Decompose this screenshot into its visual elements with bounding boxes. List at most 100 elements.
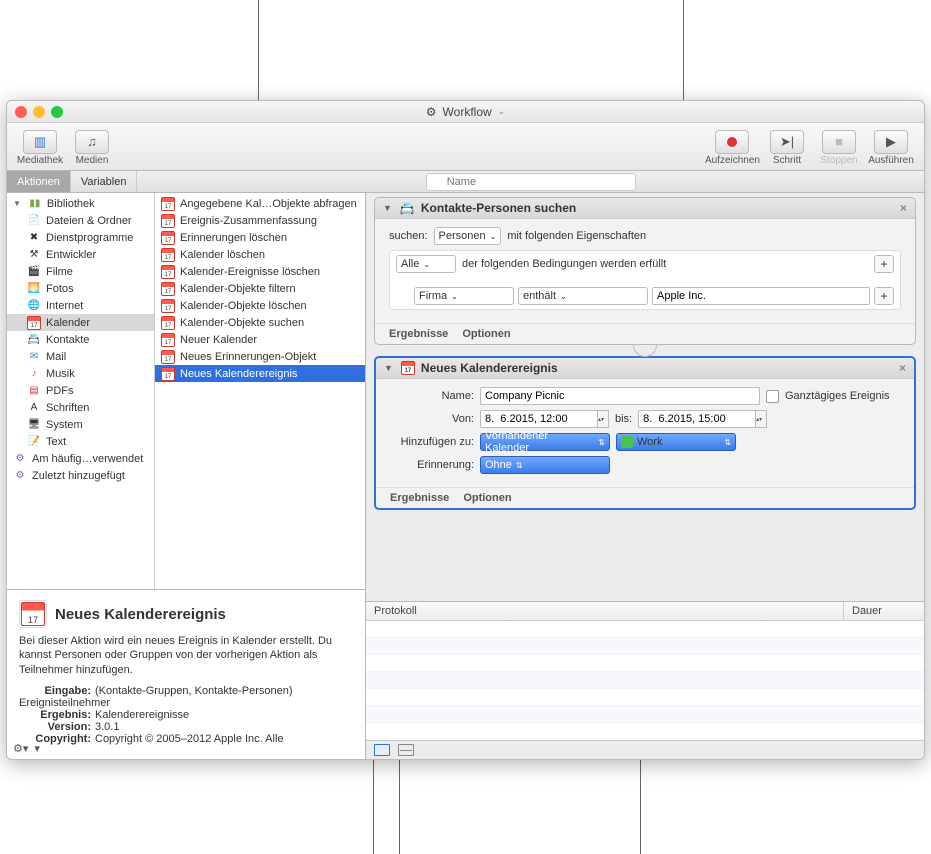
library-tabs: Aktionen Variablen [7, 171, 924, 193]
list-item[interactable]: 17Angegebene Kal…Objekte abfragen [155, 195, 365, 212]
stepper-icon[interactable]: ▴▾ [597, 410, 609, 428]
medien-icon: ♫ [75, 130, 109, 154]
stepper-icon[interactable]: ▴▾ [755, 410, 767, 428]
cat-text[interactable]: 📝Text [7, 433, 154, 450]
add-condition-button[interactable]: + [874, 255, 894, 273]
col-protokoll[interactable]: Protokoll [366, 602, 844, 620]
cat-dienstprogramme[interactable]: ✖︎Dienstprogramme [7, 229, 154, 246]
automator-window: ⚙︎ Workflow ⌄ ▥ Mediathek ♫ Medien Aufze… [6, 100, 925, 760]
erinnerung-select[interactable]: Ohne⇅ [480, 456, 610, 474]
disclosure-icon[interactable]: ▼ [384, 363, 393, 373]
medien-button[interactable]: ♫ Medien [67, 130, 117, 166]
log-body [366, 621, 924, 740]
list-item[interactable]: 17Kalender-Ereignisse löschen [155, 263, 365, 280]
view-split-icon[interactable] [398, 744, 414, 756]
mediathek-button[interactable]: ▥ Mediathek [15, 130, 65, 166]
titlebar: ⚙︎ Workflow ⌄ [7, 101, 924, 123]
col-dauer[interactable]: Dauer [844, 602, 924, 620]
cat-system[interactable]: 🖥System [7, 416, 154, 433]
stoppen-button[interactable]: ■ Stoppen [814, 130, 864, 166]
cat-schriften[interactable]: ASchriften [7, 399, 154, 416]
von-date-input[interactable] [480, 410, 598, 428]
aufzeichnen-button[interactable]: Aufzeichnen [705, 130, 760, 166]
list-item[interactable]: 17Kalender-Objekte suchen [155, 314, 365, 331]
cat-filme[interactable]: 🎬Filme [7, 263, 154, 280]
gear-icon[interactable]: ⚙︎▾ [13, 742, 28, 755]
close-icon[interactable] [15, 106, 27, 118]
toolbar: ▥ Mediathek ♫ Medien Aufzeichnen ➤| Schr… [7, 123, 924, 171]
view-list-icon[interactable] [374, 744, 390, 756]
step-icon: ➤| [770, 130, 804, 154]
color-swatch-icon [621, 436, 633, 448]
calendar-icon: 17 [401, 361, 415, 375]
list-item[interactable]: 17Ereignis-Zusammenfassung [155, 212, 365, 229]
list-item[interactable]: 17Neues Erinnerungen-Objekt [155, 348, 365, 365]
minimize-icon[interactable] [33, 106, 45, 118]
bis-date-input[interactable] [638, 410, 756, 428]
close-icon[interactable]: × [899, 361, 906, 375]
card-title: Kontakte-Personen suchen [421, 201, 576, 215]
firma-select[interactable]: Firma⌄ [414, 287, 514, 305]
cat-entwickler[interactable]: ⚒Entwickler [7, 246, 154, 263]
workflow-pane: ▼ 📇 Kontakte-Personen suchen × suchen: P… [366, 193, 924, 759]
desc-text: Bei dieser Aktion wird ein neues Ereigni… [19, 634, 353, 677]
cat-kalender[interactable]: 17Kalender [7, 314, 154, 331]
window-title: Workflow [443, 105, 492, 119]
record-icon [727, 137, 737, 147]
list-item[interactable]: 17Kalender löschen [155, 246, 365, 263]
cat-kontakte[interactable]: 📇Kontakte [7, 331, 154, 348]
desc-title: Neues Kalenderereignis [55, 606, 226, 623]
disclosure-icon[interactable]: ▼ [383, 203, 392, 213]
list-item[interactable]: 17Neues Kalenderereignis [155, 365, 365, 382]
collapse-icon[interactable]: ▾ [34, 742, 40, 755]
alle-select[interactable]: Alle⌄ [396, 255, 456, 273]
tab-variablen[interactable]: Variablen [71, 171, 138, 192]
smart-am-haeufig[interactable]: ⚙︎Am häufig…verwendet [7, 450, 154, 467]
optionen-button[interactable]: Optionen [462, 328, 510, 340]
cat-mail[interactable]: ✉︎Mail [7, 348, 154, 365]
personen-select[interactable]: Personen⌄ [434, 227, 502, 245]
cat-musik[interactable]: ♪Musik [7, 365, 154, 382]
cat-fotos[interactable]: 🌅Fotos [7, 280, 154, 297]
calendar-select[interactable]: Work⇅ [616, 433, 736, 451]
enthaelt-select[interactable]: enthält⌄ [518, 287, 648, 305]
add-row-button[interactable]: + [874, 287, 894, 305]
ergebnisse-button[interactable]: Ergebnisse [390, 492, 449, 504]
action-neues-kalenderereignis[interactable]: ▼ 17 Neues Kalenderereignis × Name: Ganz… [374, 356, 916, 510]
library-pane: ▼ ▮▮ Bibliothek 📄Dateien & Ordner ✖︎Dien… [7, 193, 366, 759]
cat-pdfs[interactable]: ▤PDFs [7, 382, 154, 399]
schritt-button[interactable]: ➤| Schritt [762, 130, 812, 166]
category-list[interactable]: ▼ ▮▮ Bibliothek 📄Dateien & Ordner ✖︎Dien… [7, 193, 155, 589]
tab-aktionen[interactable]: Aktionen [7, 171, 71, 192]
description-panel: 17 Neues Kalenderereignis Bei dieser Akt… [7, 589, 365, 759]
list-item[interactable]: 17Erinnerungen löschen [155, 229, 365, 246]
hinzufuegen-select[interactable]: Vorhandener Kalender⇅ [480, 433, 610, 451]
search-input[interactable] [426, 173, 636, 191]
cat-dateien[interactable]: 📄Dateien & Ordner [7, 212, 154, 229]
zoom-icon[interactable] [51, 106, 63, 118]
list-item[interactable]: 17Neuer Kalender [155, 331, 365, 348]
action-kontakte-suchen[interactable]: ▼ 📇 Kontakte-Personen suchen × suchen: P… [374, 197, 916, 345]
action-list[interactable]: 17Angegebene Kal…Objekte abfragen 17Erei… [155, 193, 365, 589]
ausfuehren-button[interactable]: ▶ Ausführen [866, 130, 916, 166]
firma-value-input[interactable] [652, 287, 870, 305]
play-icon: ▶ [874, 130, 908, 154]
ergebnisse-button[interactable]: Ergebnisse [389, 328, 448, 340]
traffic-lights [15, 106, 63, 118]
card-title: Neues Kalenderereignis [421, 361, 558, 375]
list-item[interactable]: 17Kalender-Objekte filtern [155, 280, 365, 297]
ganztag-checkbox[interactable] [766, 390, 779, 403]
mediathek-icon: ▥ [23, 130, 57, 154]
smart-zuletzt[interactable]: ⚙︎Zuletzt hinzugefügt [7, 467, 154, 484]
chevron-down-icon[interactable]: ⌄ [498, 106, 506, 117]
contacts-icon: 📇 [400, 201, 415, 215]
bibliothek-root[interactable]: ▼ ▮▮ Bibliothek [7, 195, 154, 212]
stop-icon: ■ [822, 130, 856, 154]
calendar-icon: 17 [19, 600, 47, 628]
close-icon[interactable]: × [900, 201, 907, 215]
event-name-input[interactable] [480, 387, 760, 405]
cat-internet[interactable]: 🌐Internet [7, 297, 154, 314]
optionen-button[interactable]: Optionen [463, 492, 511, 504]
log-panel: Protokoll Dauer [366, 601, 924, 759]
list-item[interactable]: 17Kalender-Objekte löschen [155, 297, 365, 314]
